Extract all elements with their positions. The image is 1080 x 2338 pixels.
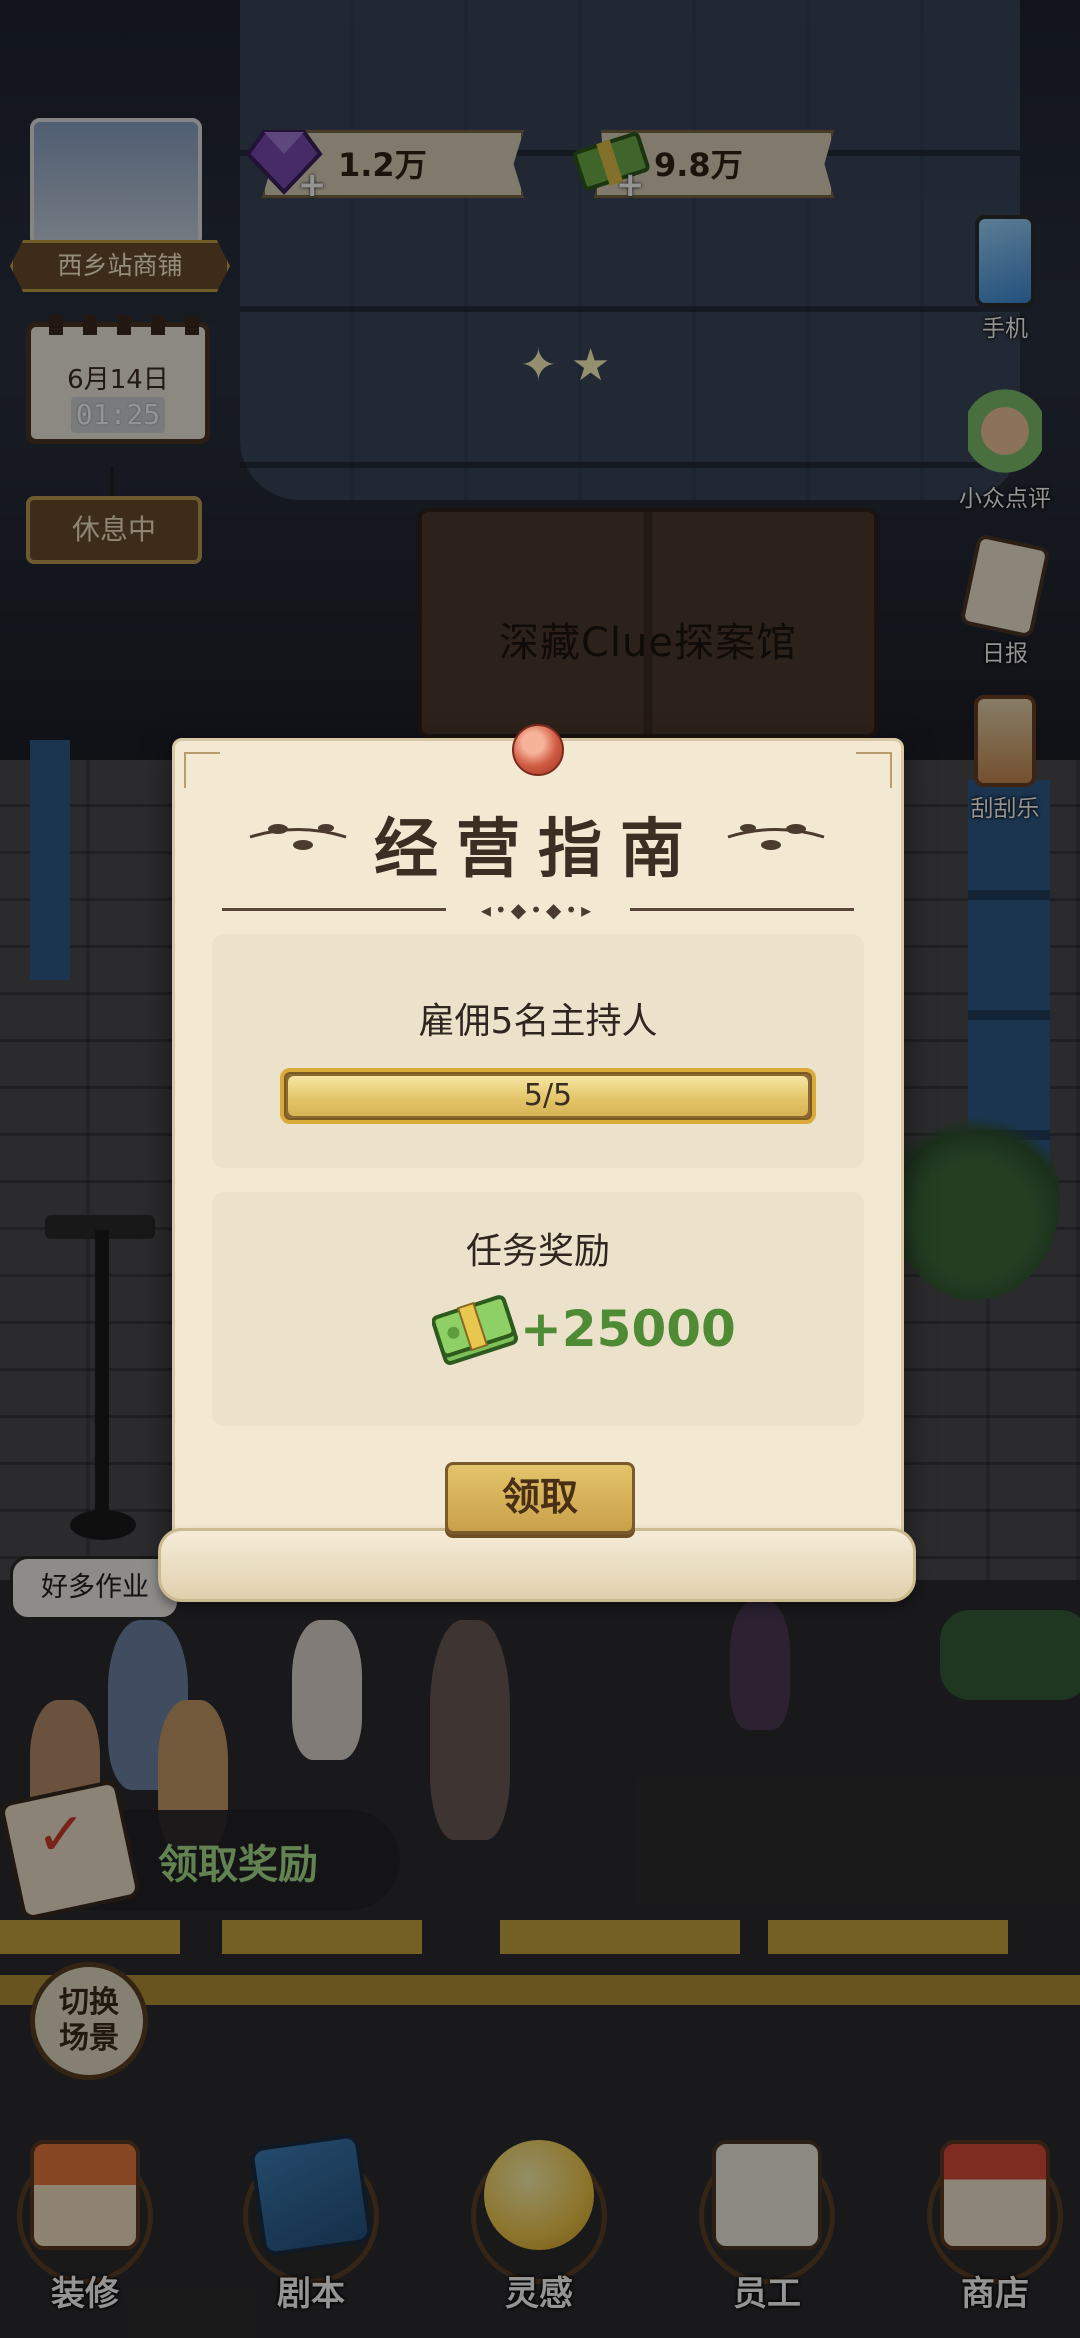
reward-amount: +25000 bbox=[520, 1300, 736, 1358]
divider-ornament: ◂•◆•◆•▸ bbox=[446, 898, 630, 922]
reward-title: 任务奖励 bbox=[465, 1231, 610, 1272]
task-description: 雇佣5名主持人 bbox=[418, 1001, 658, 1042]
dialog-title: 经营指南 bbox=[374, 812, 702, 887]
corner-ornament bbox=[856, 752, 892, 788]
corner-ornament bbox=[184, 752, 220, 788]
progress-text: 5/5 bbox=[523, 1078, 573, 1113]
claim-button[interactable]: 领取 bbox=[445, 1462, 635, 1534]
pushpin-icon bbox=[512, 724, 564, 776]
task-card bbox=[212, 934, 864, 1168]
cash-stack-icon bbox=[432, 1295, 518, 1366]
scroll-bottom-roll bbox=[158, 1528, 916, 1602]
